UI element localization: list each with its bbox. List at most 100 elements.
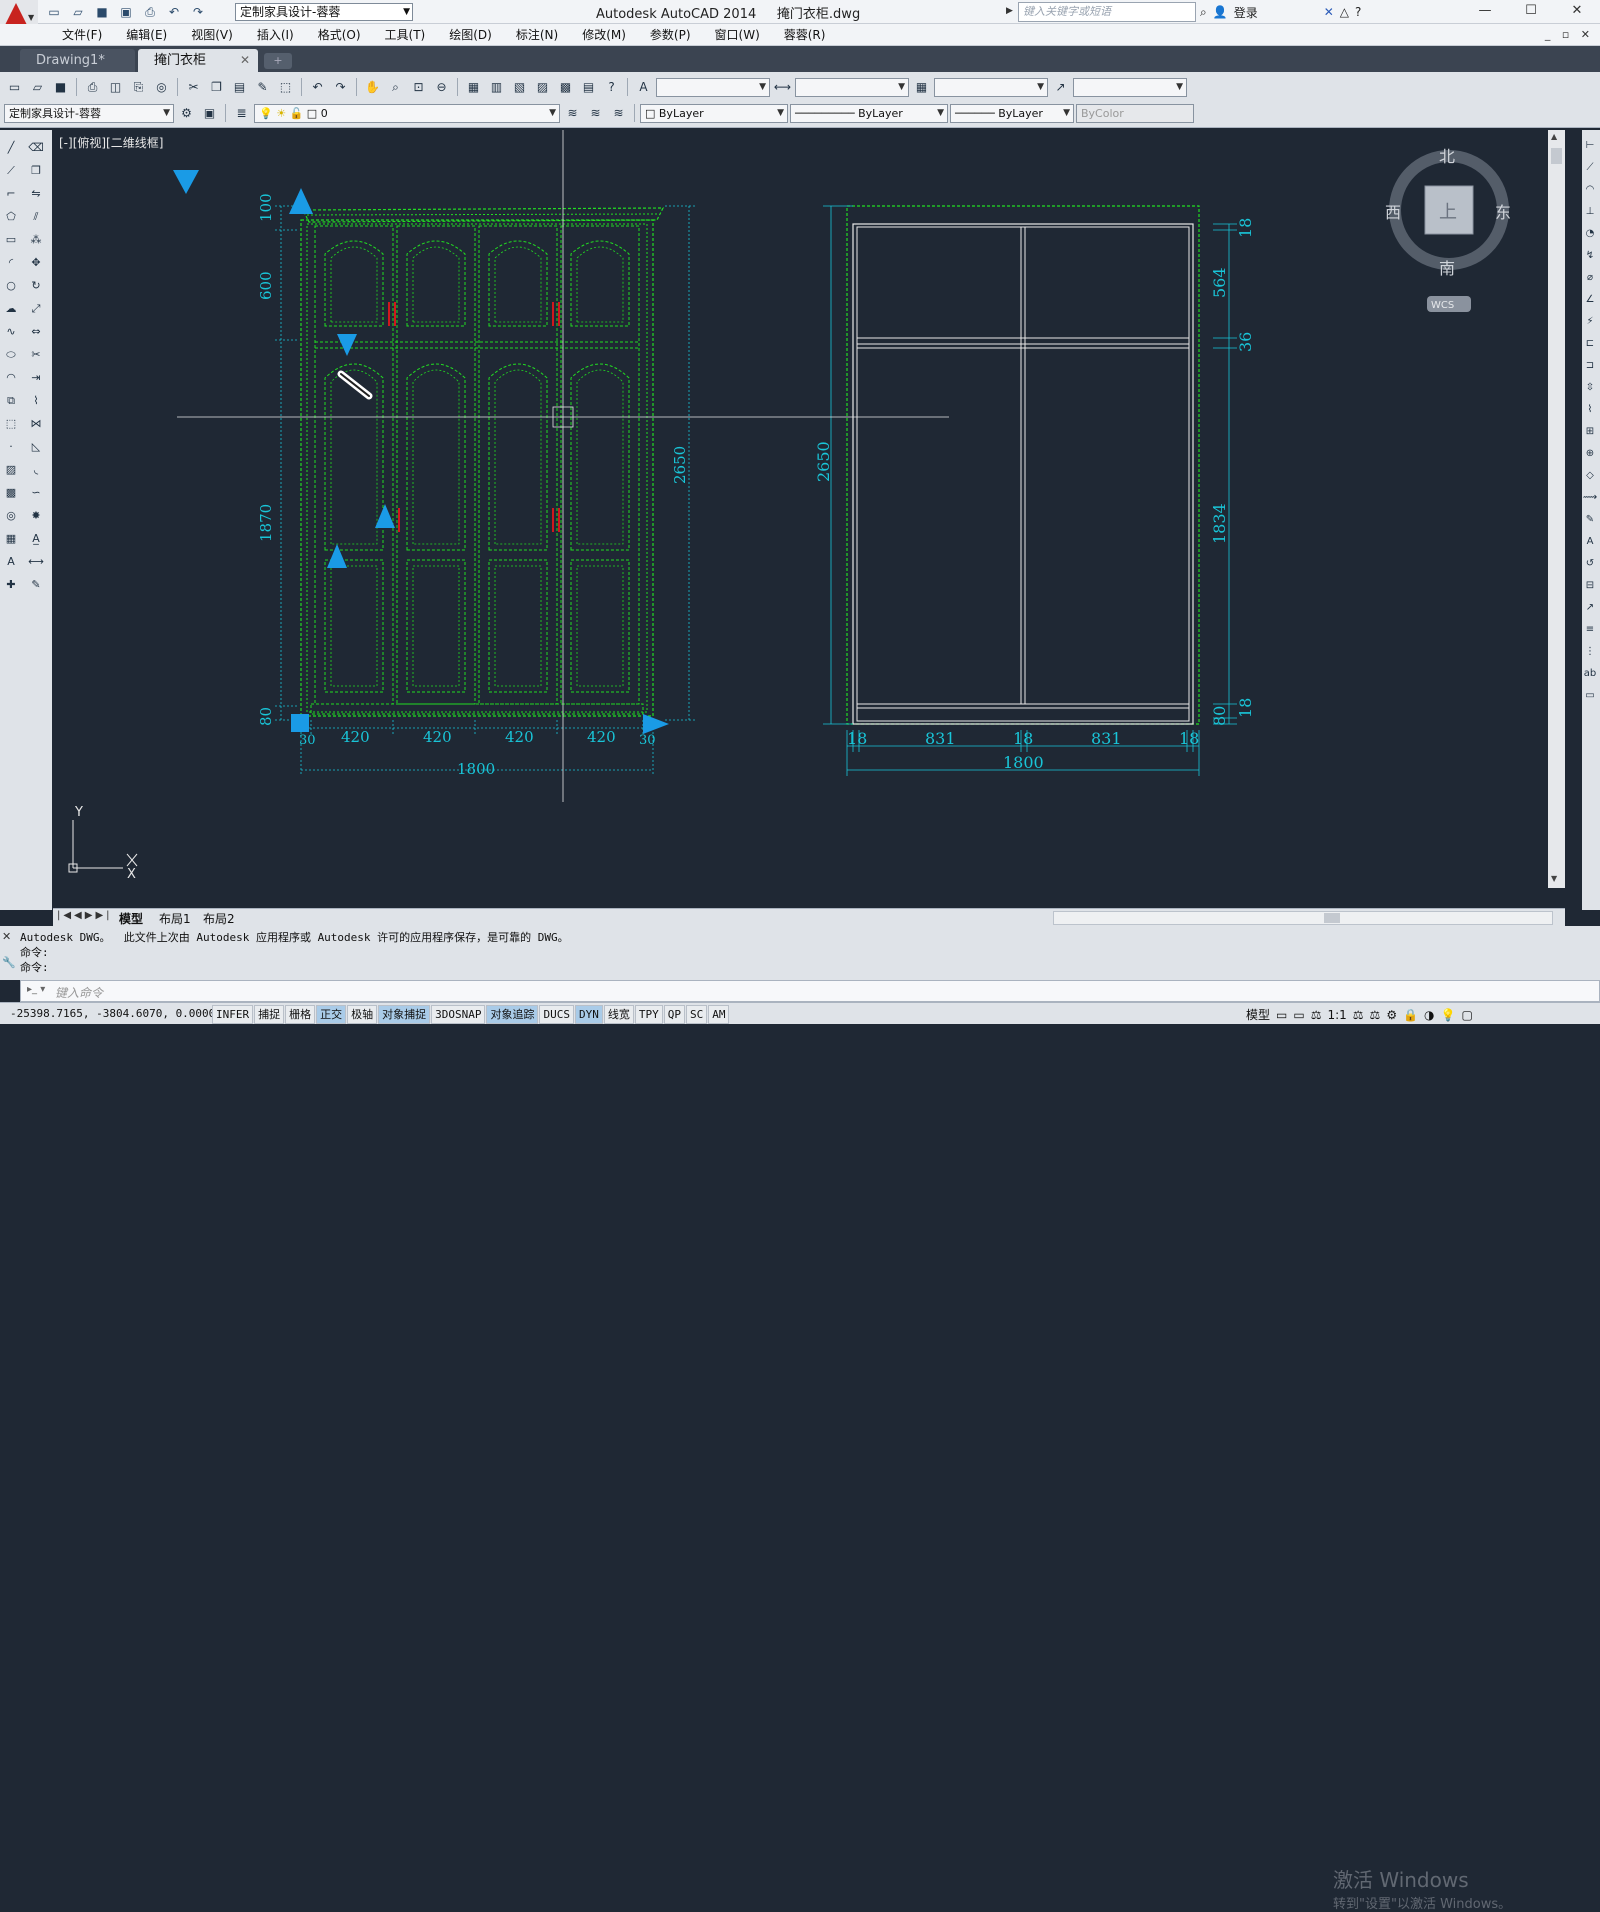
properties-icon[interactable]: ▦ (463, 77, 484, 97)
redo-icon[interactable]: ↷ (188, 3, 208, 21)
block-editor-icon[interactable]: ⬚ (275, 77, 296, 97)
lock-icon[interactable]: 🔒 (1403, 1008, 1418, 1022)
align-leaders-icon[interactable]: ≡ (1582, 624, 1598, 642)
compass-east[interactable]: 东 (1495, 203, 1511, 222)
pan-icon[interactable]: ✋ (362, 77, 383, 97)
workspace-settings-icon[interactable]: ▣ (199, 103, 220, 123)
command-input[interactable]: ▸_ ▾ 键入命令 (20, 980, 1600, 1002)
autodesk-360-icon[interactable]: △ (1340, 5, 1349, 19)
multileader-icon[interactable]: ↗ (1582, 602, 1598, 620)
status-toggle-6[interactable]: 3DOSNAP (431, 1005, 486, 1024)
layout-icon[interactable]: ▭ (1293, 1008, 1304, 1022)
layout-icon[interactable]: ▭ (1276, 1008, 1287, 1022)
viewcube[interactable]: 上 北 南 东 西 WCS (1385, 147, 1511, 312)
copy-icon[interactable]: ❐ (206, 77, 227, 97)
explode-icon[interactable]: ✸ (26, 506, 46, 526)
scale-icon[interactable]: ⤢ (26, 299, 46, 319)
status-toggle-3[interactable]: 正交 (316, 1005, 347, 1024)
status-toggle-2[interactable]: 栅格 (285, 1005, 316, 1024)
multileader-style-icon[interactable]: ↗ (1050, 77, 1071, 97)
color-combo[interactable]: □ ByLayer ▼ (640, 103, 788, 123)
login-button[interactable]: 登录 (1234, 4, 1258, 21)
status-toggle-11[interactable]: TPY (634, 1005, 663, 1024)
grip-square[interactable] (291, 714, 309, 732)
rotate-icon[interactable]: ↻ (26, 276, 46, 296)
polyline-icon[interactable]: ⌐ (1, 184, 21, 204)
scroll-thumb[interactable] (1551, 148, 1562, 164)
dimension-jogged-icon[interactable]: ↯ (1582, 250, 1598, 268)
maximize-button[interactable]: ☐ (1508, 0, 1554, 24)
paint-icon[interactable]: ✎ (26, 575, 46, 595)
blend-icon[interactable]: ∽ (26, 483, 46, 503)
continue-icon[interactable]: ⊐ (1582, 360, 1598, 378)
make-block-icon[interactable]: ⬚ (1, 414, 21, 434)
coordinate-readout[interactable]: -25398.7165, -3804.6070, 0.0000 (10, 1007, 215, 1020)
viewport-controls-label[interactable]: [-][俯视][二维线框] (59, 134, 163, 151)
lineweight-combo[interactable]: ────── ByLayer ▼ (950, 103, 1074, 123)
cut-icon[interactable]: ✂ (183, 77, 204, 97)
sheet-set-icon[interactable]: ▨ (532, 77, 553, 97)
dimension-ordinate-icon[interactable]: ⊥ (1582, 206, 1598, 224)
collect-leaders-icon[interactable]: ⋮ (1582, 646, 1598, 664)
menu-draw[interactable]: 绘图(D) (437, 27, 504, 43)
erase-icon[interactable]: ⌫ (26, 138, 46, 158)
help-search-input[interactable]: 键入关键字或短语 (1018, 2, 1196, 22)
status-toggle-7[interactable]: 对象追踪 (486, 1005, 539, 1024)
menu-format[interactable]: 格式(O) (306, 27, 373, 43)
point-icon[interactable]: · (1, 437, 21, 457)
quickcalc-icon[interactable]: ▤ (578, 77, 599, 97)
menu-parametric[interactable]: 参数(P) (638, 27, 703, 43)
model-space-button[interactable]: 模型 (1246, 1006, 1270, 1023)
compass-west[interactable]: 西 (1385, 203, 1401, 222)
center-mark-icon[interactable]: ⊕ (1582, 448, 1598, 466)
grip-triangle-down[interactable] (337, 334, 357, 356)
trim-icon[interactable]: ✂ (26, 345, 46, 365)
inspection-icon[interactable]: ◇ (1582, 470, 1598, 488)
circle-icon[interactable]: ○ (1, 276, 21, 296)
exchange-icon[interactable]: ✕ (1324, 5, 1334, 19)
chamfer-icon[interactable]: ◺ (26, 437, 46, 457)
zoom-window-icon[interactable]: ⊡ (408, 77, 429, 97)
command-prompt-icon[interactable]: ▸_ ▾ (27, 984, 45, 995)
scroll-thumb[interactable] (1324, 913, 1340, 923)
tab-drawing1[interactable]: Drawing1* (20, 49, 135, 72)
text-icon[interactable]: ▭ (1582, 690, 1598, 708)
zoom-realtime-icon[interactable]: ⌕ (385, 77, 406, 97)
tool-palettes-icon[interactable]: ▧ (509, 77, 530, 97)
menu-edit[interactable]: 编辑(E) (114, 27, 179, 43)
table-icon[interactable]: ▦ (1, 529, 21, 549)
menu-custom[interactable]: 蓉蓉(R) (772, 27, 838, 43)
construction-line-icon[interactable]: ⟋ (1, 161, 21, 181)
auto-scale-icon[interactable]: ⚖ (1370, 1008, 1381, 1022)
dimension-text-edit-icon[interactable]: A (1582, 536, 1598, 554)
dimension-break-icon[interactable]: ⌇ (1582, 404, 1598, 422)
fillet-icon[interactable]: ◟ (26, 460, 46, 480)
gradient-icon[interactable]: ▩ (1, 483, 21, 503)
region-icon[interactable]: ◎ (1, 506, 21, 526)
close-icon[interactable]: ✕ (240, 49, 250, 72)
status-toggle-13[interactable]: SC (685, 1005, 708, 1024)
add-selected-icon[interactable]: ✚ (1, 575, 21, 595)
layout-nav-arrows[interactable]: |◀◀▶▶| (57, 910, 113, 921)
help-icon[interactable]: ? (1355, 5, 1361, 19)
rectangle-icon[interactable]: ▭ (1, 230, 21, 250)
open-file-icon[interactable]: ▱ (68, 3, 88, 21)
dim-style-combo[interactable]: ▼ (795, 77, 909, 97)
status-toggle-10[interactable]: 线宽 (603, 1005, 634, 1024)
make-current-layer-icon[interactable]: ≋ (562, 103, 583, 123)
break-icon[interactable]: ⌇ (26, 391, 46, 411)
spline-icon[interactable]: ∿ (1, 322, 21, 342)
grip-triangle-up[interactable] (375, 504, 395, 528)
zoom-previous-icon[interactable]: ⊖ (431, 77, 452, 97)
dim-style-icon[interactable]: ⟷ (772, 77, 793, 97)
compass-south[interactable]: 南 (1439, 259, 1455, 278)
3d-dwf-icon[interactable]: ◎ (151, 77, 172, 97)
layer-properties-icon[interactable]: ≣ (231, 103, 252, 123)
multileader-style-combo[interactable]: ▼ (1073, 77, 1187, 97)
horizontal-scrollbar[interactable] (1053, 911, 1553, 925)
gear-icon[interactable]: ⚙ (1386, 1008, 1397, 1022)
selection-grips[interactable] (173, 170, 669, 734)
table-style-combo[interactable]: ▼ (934, 77, 1048, 97)
grip-triangle-up[interactable] (289, 188, 313, 214)
stretch-icon[interactable]: ⇔ (26, 322, 46, 342)
